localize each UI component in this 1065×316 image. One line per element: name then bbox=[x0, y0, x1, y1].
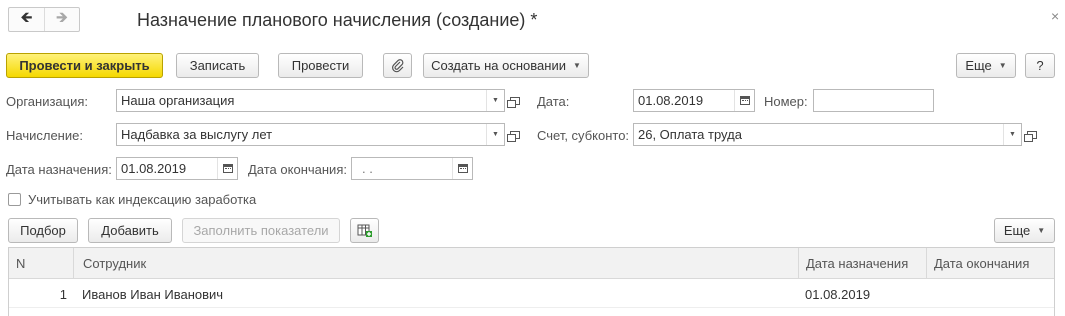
organization-field[interactable]: Наша организация ▼ bbox=[116, 89, 505, 112]
number-field[interactable] bbox=[813, 89, 934, 112]
table-more-button[interactable]: Еще ▼ bbox=[994, 218, 1055, 243]
table-settings-button[interactable] bbox=[350, 218, 379, 243]
end-date-label: Дата окончания: bbox=[248, 162, 347, 177]
assign-date-label: Дата назначения: bbox=[6, 162, 112, 177]
dropdown-icon[interactable]: ▼ bbox=[1003, 124, 1021, 145]
end-date-value: . . bbox=[362, 161, 373, 176]
employees-table: N Сотрудник Дата назначения Дата окончан… bbox=[8, 247, 1055, 316]
close-icon[interactable]: × bbox=[1051, 8, 1059, 24]
organization-value: Наша организация bbox=[121, 93, 235, 108]
date-field[interactable]: 01.08.2019 bbox=[633, 89, 755, 112]
number-label: Номер: bbox=[764, 94, 808, 109]
forward-button[interactable]: 🡺 bbox=[43, 8, 79, 31]
arrow-right-icon: 🡺 bbox=[55, 9, 69, 26]
open-accrual-button[interactable] bbox=[505, 123, 525, 146]
end-date-field[interactable]: . . bbox=[351, 157, 473, 180]
table-header: N Сотрудник Дата назначения Дата окончан… bbox=[9, 248, 1054, 279]
assign-date-value: 01.08.2019 bbox=[121, 161, 187, 176]
accrual-label: Начисление: bbox=[6, 128, 83, 143]
column-header-n[interactable]: N bbox=[9, 248, 73, 279]
calendar-button[interactable] bbox=[452, 158, 472, 179]
dropdown-icon[interactable]: ▼ bbox=[486, 90, 504, 111]
accrual-value: Надбавка за выслугу лет bbox=[121, 127, 273, 142]
organization-label: Организация: bbox=[6, 94, 89, 109]
date-label: Дата: bbox=[537, 94, 570, 109]
open-account-button[interactable] bbox=[1022, 123, 1042, 146]
arrow-left-icon: 🡸 bbox=[20, 9, 33, 26]
back-button[interactable]: 🡸 bbox=[9, 8, 44, 31]
chevron-down-icon: ▼ bbox=[998, 61, 1007, 70]
attach-button[interactable] bbox=[383, 53, 412, 78]
row-number: 1 bbox=[59, 286, 67, 302]
open-icon bbox=[507, 96, 520, 108]
fill-indicators-button[interactable]: Заполнить показатели bbox=[182, 218, 340, 243]
post-button[interactable]: Провести bbox=[278, 53, 363, 78]
navigation-buttons: 🡸 🡺 bbox=[8, 7, 80, 32]
calendar-icon bbox=[739, 96, 750, 105]
more-button[interactable]: Еще ▼ bbox=[956, 53, 1016, 78]
open-icon bbox=[1024, 130, 1037, 142]
paperclip-icon bbox=[391, 58, 403, 72]
assign-date-cell: 01.08.2019 bbox=[805, 286, 871, 302]
indexation-checkbox[interactable] bbox=[8, 193, 21, 206]
window-title: Назначение планового начисления (создани… bbox=[137, 10, 538, 30]
open-icon bbox=[507, 130, 520, 142]
account-label: Счет, субконто: bbox=[537, 128, 630, 143]
add-button[interactable]: Добавить bbox=[88, 218, 172, 243]
column-header-assign-date[interactable]: Дата назначения bbox=[798, 248, 926, 279]
employee-cell: Иванов Иван Иванович bbox=[82, 286, 224, 302]
dropdown-icon[interactable]: ▼ bbox=[486, 124, 504, 145]
select-button[interactable]: Подбор bbox=[8, 218, 78, 243]
date-value: 01.08.2019 bbox=[638, 93, 704, 108]
help-button[interactable]: ? bbox=[1025, 53, 1055, 78]
accrual-field[interactable]: Надбавка за выслугу лет ▼ bbox=[116, 123, 505, 146]
create-based-on-button[interactable]: Создать на основании ▼ bbox=[423, 53, 589, 78]
chevron-down-icon: ▼ bbox=[1037, 226, 1046, 235]
create-based-on-label: Создать на основании bbox=[431, 58, 566, 73]
account-value: 26, Оплата труда bbox=[638, 127, 742, 142]
chevron-down-icon: ▼ bbox=[572, 61, 581, 70]
post-and-close-button[interactable]: Провести и закрыть bbox=[6, 53, 163, 78]
calendar-icon bbox=[457, 164, 468, 173]
assign-date-field[interactable]: 01.08.2019 bbox=[116, 157, 238, 180]
calendar-icon bbox=[222, 164, 233, 173]
column-header-end-date[interactable]: Дата окончания bbox=[926, 248, 1054, 279]
table-row[interactable]: 1 Иванов Иван Иванович 01.08.2019 bbox=[9, 280, 1054, 308]
account-field[interactable]: 26, Оплата труда ▼ bbox=[633, 123, 1022, 146]
column-header-employee[interactable]: Сотрудник bbox=[73, 248, 798, 279]
table-more-label: Еще bbox=[1003, 223, 1031, 238]
more-label: Еще bbox=[965, 58, 992, 73]
save-button[interactable]: Записать bbox=[176, 53, 259, 78]
table-add-icon bbox=[357, 224, 372, 237]
indexation-label: Учитывать как индексацию заработка bbox=[28, 192, 257, 207]
calendar-button[interactable] bbox=[734, 90, 754, 111]
open-organization-button[interactable] bbox=[505, 89, 525, 112]
calendar-button[interactable] bbox=[217, 158, 237, 179]
